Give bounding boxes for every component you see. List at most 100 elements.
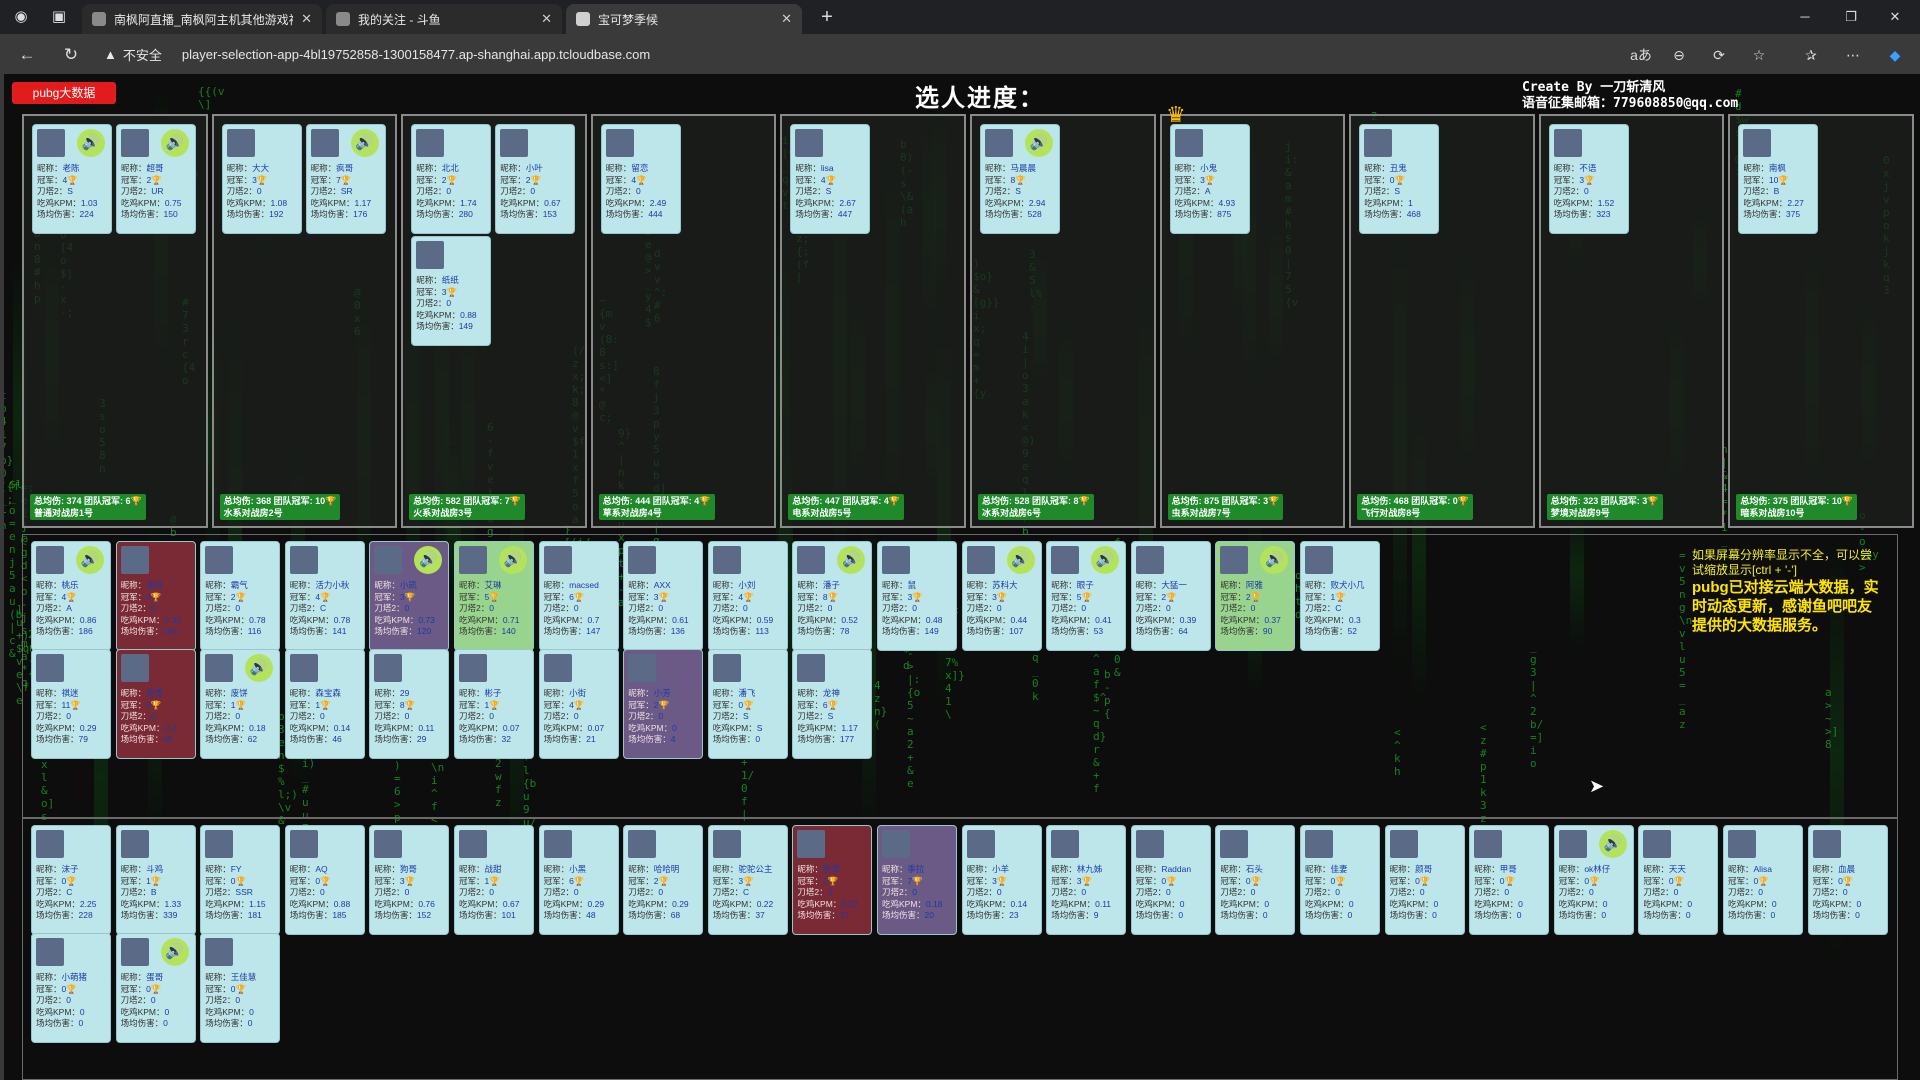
player-card[interactable]: 昵称：电竞 冠军：6🏆 刀塔2：0 吃鸡KPM：0.35 场均伤害：166 <box>115 541 196 651</box>
player-card[interactable]: 昵称：佳妻 冠军：0🏆 刀塔2：0 吃鸡KPM：0 场均伤害：0 <box>1300 825 1380 935</box>
player-card[interactable]: 昵称：大猛一 冠军：2🏆 刀塔2：0 吃鸡KPM：0.39 场均伤害：64 <box>1130 541 1211 651</box>
player-card[interactable]: 昵称：29 冠军：8🏆 刀塔2：0 吃鸡KPM：0.11 场均伤害：29 <box>369 649 450 759</box>
player-card[interactable]: 昵称：AQ 冠军：0🏆 刀塔2：0 吃鸡KPM：0.88 场均伤害：185 <box>284 825 365 935</box>
close-tab-icon[interactable]: ✕ <box>541 11 552 27</box>
player-card[interactable]: 昵称：北北 冠军：2🏆 刀塔2：0 吃鸡KPM：1.74 场均伤害：280 <box>411 124 492 234</box>
player-card[interactable]: 🔊 昵称：眼子 冠军：5🏆 刀塔2：0 吃鸡KPM：0.41 场均伤害：53 <box>1046 541 1127 651</box>
speaker-icon[interactable]: 🔊 <box>1260 546 1289 574</box>
player-card[interactable]: 昵称：战甜 冠军：1🏆 刀塔2：0 吃鸡KPM：0.67 场均伤害：101 <box>454 825 534 935</box>
player-card[interactable]: 🔊 昵称：老陈 冠军：4🏆 刀塔2：S 吃鸡KPM：1.03 场均伤害：224 <box>32 124 112 234</box>
favorites-icon[interactable]: ✰ <box>1800 44 1822 66</box>
player-card[interactable]: 🔊 昵称：蛋哥 冠军：0🏆 刀塔2：0 吃鸡KPM：0 场均伤害：0 <box>115 933 196 1043</box>
copilot-icon[interactable]: ◆ <box>1884 44 1906 66</box>
player-card[interactable]: 昵称：小羊 冠军：3🏆 刀塔2：0 吃鸡KPM：0.14 场均伤害：23 <box>961 825 1042 935</box>
minimize-icon[interactable]: ─ <box>1790 6 1820 28</box>
player-card[interactable]: 昵称：驼驼公主 冠军：3🏆 刀塔2：C 吃鸡KPM：0.22 场均伤害：37 <box>707 825 788 935</box>
player-card[interactable]: 昵称：Alisa 冠军：0🏆 刀塔2：0 吃鸡KPM：0 场均伤害：0 <box>1723 825 1803 935</box>
new-tab-icon[interactable]: + <box>818 7 836 27</box>
player-card[interactable]: 昵称：石头 冠军：0🏆 刀塔2：0 吃鸡KPM：0 场均伤害：0 <box>1215 825 1296 935</box>
player-card[interactable]: 昵称：沫子 冠军：0🏆 刀塔2：C 吃鸡KPM：2.25 场均伤害：228 <box>31 825 111 935</box>
player-card[interactable]: 🔊 昵称：废饼 冠军：1🏆 刀塔2：0 吃鸡KPM：0.18 场均伤害：62 <box>200 649 281 759</box>
more-icon[interactable]: ⋯ <box>1842 44 1864 66</box>
pubg-data-button[interactable]: pubg大数据 <box>12 82 116 104</box>
player-card[interactable]: 昵称：macsed 冠军：6🏆 刀塔2：0 吃鸡KPM：0.7 场均伤害：147 <box>538 541 619 651</box>
player-card[interactable]: 🔊 昵称：潘子 冠军：8🏆 刀塔2：0 吃鸡KPM：0.52 场均伤害：78 <box>792 541 873 651</box>
player-card[interactable]: 昵称：小芳 冠军：2🏆 刀塔2：0 吃鸡KPM：0 场均伤害：4 <box>623 649 704 759</box>
back-icon[interactable]: ← <box>16 44 38 66</box>
player-card[interactable]: 昵称：留恋 冠军：4🏆 刀塔2：0 吃鸡KPM：2.49 场均伤害：444 <box>600 124 681 234</box>
player-card[interactable]: 🔊 昵称：阿雅 冠军：2🏆 刀塔2：0 吃鸡KPM：0.37 场均伤害：90 <box>1215 541 1296 651</box>
close-window-icon[interactable]: ✕ <box>1880 6 1910 28</box>
zoom-icon[interactable]: ⊖ <box>1668 44 1690 66</box>
player-card[interactable]: 昵称：王佳慧 冠军：0🏆 刀塔2：0 吃鸡KPM：0 场均伤害：0 <box>200 933 281 1043</box>
tab-2[interactable]: 宝可梦季候 ✕ <box>566 4 802 34</box>
player-card[interactable]: 昵称：斗鸡 冠军：1🏆 刀塔2：B 吃鸡KPM：1.33 场均伤害：339 <box>115 825 196 935</box>
player-card[interactable]: 昵称：不语 冠军：3🏆 刀塔2：0 吃鸡KPM：1.52 场均伤害：323 <box>1548 124 1629 234</box>
restore-icon[interactable]: ❐ <box>1836 6 1866 28</box>
speaker-icon[interactable]: 🔊 <box>1025 129 1053 157</box>
player-card[interactable]: 昵称：FY 冠军：0🏆 刀塔2：SSR 吃鸡KPM：1.15 场均伤害：181 <box>200 825 281 935</box>
tab-0[interactable]: 南枫阿直播_南枫阿主机其他游戏视 ✕ <box>82 4 322 34</box>
player-card[interactable]: 昵称：纸纸 冠军：3🏆 刀塔2：0 吃鸡KPM：0.88 场均伤害：149 <box>411 236 492 346</box>
player-card[interactable]: 昵称：驼哥 冠军：2🏆 刀塔2：0 吃鸡KPM：0.22 场均伤害：27 <box>792 825 873 935</box>
player-card[interactable]: 昵称：狗哥 冠军：3🏆 刀塔2：0 吃鸡KPM：0.76 场均伤害：152 <box>369 825 450 935</box>
player-card[interactable]: 昵称：败犬小几 冠军：1🏆 刀塔2：C 吃鸡KPM：0.3 场均伤害：52 <box>1300 541 1380 651</box>
player-card[interactable]: 🔊 昵称：马晨晨 冠军：8🏆 刀塔2：S 吃鸡KPM：2.94 场均伤害：528 <box>980 124 1060 234</box>
tab-1[interactable]: 我的关注 - 斗鱼 ✕ <box>326 4 562 34</box>
player-card[interactable]: 昵称：大大 冠军：3🏆 刀塔2：0 吃鸡KPM：1.08 场均伤害：192 <box>221 124 302 234</box>
read-aloud-icon[interactable]: aあ <box>1630 44 1652 66</box>
url-field[interactable]: ▲ 不安全 player-selection-app-4bl19752858-1… <box>104 40 1624 68</box>
reload-icon[interactable]: ↻ <box>60 44 82 66</box>
player-card[interactable]: 🔊 昵称：艾琳 冠军：5🏆 刀塔2：0 吃鸡KPM：0.71 场均伤害：140 <box>454 541 534 651</box>
sync-icon[interactable]: ⟳ <box>1708 44 1730 66</box>
player-card[interactable]: 昵称：鼠 冠军：3🏆 刀塔2：0 吃鸡KPM：0.48 场均伤害：149 <box>877 541 957 651</box>
speaker-icon[interactable]: 🔊 <box>161 129 189 157</box>
player-card[interactable]: 昵称：龙神 冠军：6🏆 刀塔2：S 吃鸡KPM：1.17 场均伤害：177 <box>792 649 873 759</box>
speaker-icon[interactable]: 🔊 <box>414 546 443 574</box>
player-card[interactable]: 🔊 昵称：小凯 冠军：3🏆 刀塔2：0 吃鸡KPM：0.73 场均伤害：120 <box>369 541 450 651</box>
player-card[interactable]: 昵称：小叶 冠军：2🏆 刀塔2：0 吃鸡KPM：0.67 场均伤害：153 <box>495 124 576 234</box>
speaker-icon[interactable]: 🔊 <box>245 654 274 682</box>
speaker-icon[interactable]: 🔊 <box>1006 546 1035 574</box>
tab-actions-icon[interactable]: ▣ <box>50 8 68 26</box>
player-card[interactable]: 昵称：潘飞 冠军：0🏆 刀塔2：S 吃鸡KPM：S 场均伤害：0 <box>707 649 788 759</box>
player-card[interactable]: 昵称：炬哥 冠军：3🏆 刀塔2：0 吃鸡KPM：0.2 场均伤害：46 <box>115 649 196 759</box>
speaker-icon[interactable]: 🔊 <box>499 546 527 574</box>
player-card[interactable]: 昵称：颜哥 冠军：0🏆 刀塔2：0 吃鸡KPM：0 场均伤害：0 <box>1384 825 1465 935</box>
speaker-icon[interactable]: 🔊 <box>76 546 104 574</box>
player-card[interactable]: 昵称：活力小秋 冠军：4🏆 刀塔2：C 吃鸡KPM：0.78 场均伤害：141 <box>284 541 365 651</box>
speaker-icon[interactable]: 🔊 <box>77 129 105 157</box>
player-card[interactable]: 🔊 昵称：苏科大 冠军：3🏆 刀塔2：0 吃鸡KPM：0.44 场均伤害：107 <box>961 541 1042 651</box>
player-card[interactable]: 昵称：Raddan 冠军：0🏆 刀塔2：0 吃鸡KPM：0 场均伤害：0 <box>1130 825 1211 935</box>
player-card[interactable]: 🔊 昵称：桃乐 冠军：4🏆 刀塔2：A 吃鸡KPM：0.86 场均伤害：186 <box>31 541 111 651</box>
close-tab-icon[interactable]: ✕ <box>781 11 792 27</box>
player-card[interactable]: 昵称：小黑 冠军：6🏆 刀塔2：0 吃鸡KPM：0.29 场均伤害：48 <box>538 825 619 935</box>
player-card[interactable]: 🔊 昵称：ok林仔 冠军：0🏆 刀塔2：0 吃鸡KPM：0 场均伤害：0 <box>1553 825 1634 935</box>
url-text[interactable]: player-selection-app-4bl19752858-1300158… <box>182 47 650 62</box>
player-card[interactable]: 昵称：霸气 冠军：2🏆 刀塔2：0 吃鸡KPM：0.78 场均伤害：116 <box>200 541 281 651</box>
player-card[interactable]: 🔊 昵称：超哥 冠军：2🏆 刀塔2：UR 吃鸡KPM：0.75 场均伤害：150 <box>116 124 196 234</box>
profile-icon[interactable]: ◉ <box>12 8 30 26</box>
speaker-icon[interactable]: 🔊 <box>837 546 866 574</box>
player-card[interactable]: 昵称：森宝森 冠军：1🏆 刀塔2：0 吃鸡KPM：0.14 场均伤害：46 <box>284 649 365 759</box>
player-card[interactable]: 昵称：lisa 冠军：4🏆 刀塔2：S 吃鸡KPM：2.67 场均伤害：447 <box>790 124 871 234</box>
close-tab-icon[interactable]: ✕ <box>301 11 312 27</box>
favorite-star-icon[interactable]: ☆ <box>1748 44 1770 66</box>
speaker-icon[interactable]: 🔊 <box>1091 546 1120 574</box>
player-card[interactable]: 昵称：甲哥 冠军：0🏆 刀塔2：0 吃鸡KPM：0 场均伤害：0 <box>1469 825 1550 935</box>
player-card[interactable]: 昵称：林九姊 冠军：3🏆 刀塔2：0 吃鸡KPM：0.11 场均伤害：9 <box>1046 825 1127 935</box>
player-card[interactable]: 昵称：小街 冠军：4🏆 刀塔2：0 吃鸡KPM：0.07 场均伤害：21 <box>538 649 619 759</box>
player-card[interactable]: 🔊 昵称：疯哥 冠军：7🏆 刀塔2：SR 吃鸡KPM：1.17 场均伤害：176 <box>305 124 386 234</box>
speaker-icon[interactable]: 🔊 <box>1598 830 1627 858</box>
player-card[interactable]: 昵称：季拉 冠军：7🏆 刀塔2：0 吃鸡KPM：0.18 场均伤害：20 <box>877 825 957 935</box>
player-card[interactable]: 昵称：天天 冠军：0🏆 刀塔2：0 吃鸡KPM：0 场均伤害：0 <box>1638 825 1719 935</box>
player-card[interactable]: 昵称：南枫 冠军：10🏆 刀塔2：B 吃鸡KPM：2.27 场均伤害：375 <box>1738 124 1819 234</box>
speaker-icon[interactable]: 🔊 <box>350 129 379 157</box>
player-card[interactable]: 昵称：祺迷 冠军：11🏆 刀塔2：0 吃鸡KPM：0.29 场均伤害：79 <box>31 649 111 759</box>
player-card[interactable]: 昵称：AXX 冠军：3🏆 刀塔2：0 吃鸡KPM：0.61 场均伤害：136 <box>623 541 704 651</box>
player-card[interactable]: 昵称：小刘 冠军：4🏆 刀塔2：0 吃鸡KPM：0.59 场均伤害：113 <box>707 541 788 651</box>
player-card[interactable]: 昵称：彬子 冠军：1🏆 刀塔2：0 吃鸡KPM：0.07 场均伤害：32 <box>454 649 534 759</box>
player-card[interactable]: 昵称：小萌猪 冠军：0🏆 刀塔2：0 吃鸡KPM：0 场均伤害：0 <box>31 933 111 1043</box>
speaker-icon[interactable]: 🔊 <box>160 938 189 966</box>
player-card[interactable]: 昵称：丑鬼 冠军：0🏆 刀塔2：S 吃鸡KPM：1 场均伤害：468 <box>1359 124 1440 234</box>
